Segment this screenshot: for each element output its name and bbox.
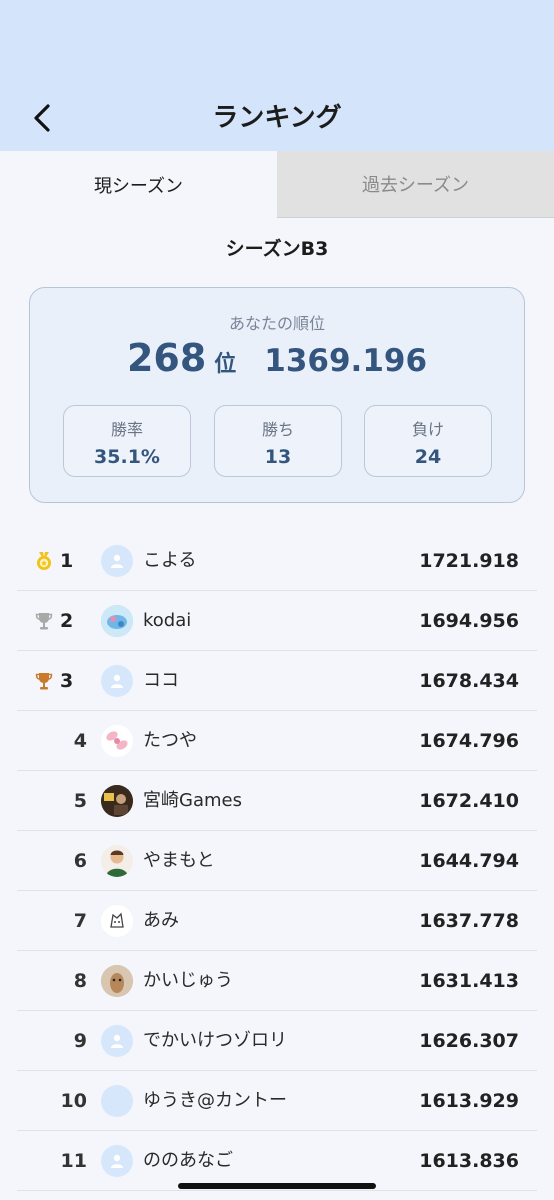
blank-avatar — [101, 1085, 133, 1117]
rank-number: 2 — [60, 610, 74, 632]
player-score: 1626.307 — [419, 1030, 519, 1052]
ranking-row[interactable]: 5 宮崎Games 1672.410 — [17, 771, 537, 831]
rank-number: 8 — [73, 970, 87, 992]
player-score: 1674.796 — [419, 730, 519, 752]
silver-trophy-icon — [35, 613, 53, 630]
ranking-list: 1 こよる 1721.918 2 kodai 1694.956 3 ココ 167… — [17, 531, 537, 1191]
player-score: 1678.434 — [419, 670, 519, 692]
ranking-row[interactable]: 4 たつや 1674.796 — [17, 711, 537, 771]
player-score: 1721.918 — [419, 550, 519, 572]
player-name: かいじゅう — [143, 970, 233, 991]
stat-label: 負け — [411, 420, 444, 439]
player-score: 1631.413 — [419, 970, 519, 992]
player-name: ののあなご — [143, 1150, 233, 1171]
player-name: たつや — [143, 730, 197, 751]
my-score-value: 1369.196 — [264, 343, 428, 379]
rank-number: 7 — [73, 910, 87, 932]
photo-avatar — [101, 965, 133, 997]
default-user-icon — [101, 665, 133, 697]
rank-number: 9 — [73, 1030, 87, 1052]
my-ranking-card: あなたの順位 268 位 1369.196 勝率 35.1% 勝ち 13 負け … — [29, 287, 525, 503]
stat-value: 13 — [264, 446, 292, 468]
rank-number: 11 — [60, 1150, 87, 1172]
tab-past-season[interactable]: 過去シーズン — [277, 151, 554, 218]
stat-losses: 負け 24 — [364, 405, 492, 477]
stat-label: 勝率 — [110, 420, 143, 439]
rank-number: 5 — [73, 790, 87, 812]
rank-number: 4 — [73, 730, 87, 752]
player-name: やまもと — [143, 850, 215, 871]
ranking-row[interactable]: 7 あみ 1637.778 — [17, 891, 537, 951]
gold-medal-icon — [37, 552, 51, 570]
ranking-row[interactable]: 9 でかいけつゾロリ 1626.307 — [17, 1011, 537, 1071]
page-title: ランキング — [212, 103, 342, 133]
my-ranking-label: あなたの順位 — [228, 314, 325, 333]
ranking-row[interactable]: 11 ののあなご 1613.836 — [17, 1131, 537, 1191]
tab-current-season[interactable]: 現シーズン — [0, 151, 277, 218]
season-title: シーズンB3 — [225, 238, 329, 260]
stat-wins: 勝ち 13 — [214, 405, 342, 477]
player-name: kodai — [143, 610, 192, 631]
my-rank-row: 268 位 1369.196 — [30, 336, 524, 386]
player-score: 1644.794 — [419, 850, 519, 872]
default-user-icon — [101, 545, 133, 577]
default-user-icon — [101, 1145, 133, 1177]
stat-label: 勝ち — [261, 420, 294, 439]
default-user-icon — [101, 1025, 133, 1057]
rank-number: 6 — [73, 850, 87, 872]
player-name: 宮崎Games — [143, 790, 242, 811]
player-name: こよる — [143, 550, 197, 571]
ranking-row[interactable]: 8 かいじゅう 1631.413 — [17, 951, 537, 1011]
player-name: でかいけつゾロリ — [143, 1030, 287, 1051]
bronze-trophy-icon — [35, 673, 53, 690]
home-indicator[interactable] — [178, 1183, 376, 1189]
photo-avatar — [101, 905, 133, 937]
rank-number: 1 — [60, 550, 74, 572]
photo-avatar — [101, 845, 133, 877]
app-header: ランキング — [0, 0, 554, 151]
stat-value: 35.1% — [94, 446, 160, 468]
ranking-row[interactable]: 6 やまもと 1644.794 — [17, 831, 537, 891]
player-score: 1613.836 — [419, 1150, 519, 1172]
stat-win-rate: 勝率 35.1% — [63, 405, 191, 477]
player-score: 1637.778 — [419, 910, 519, 932]
photo-avatar — [101, 785, 133, 817]
player-score: 1613.929 — [419, 1090, 519, 1112]
rank-number: 3 — [60, 670, 74, 692]
player-score: 1694.956 — [419, 610, 519, 632]
player-name: ココ — [143, 670, 179, 691]
season-tabs: 現シーズン 過去シーズン — [0, 151, 554, 218]
my-rank-unit: 位 — [214, 352, 237, 377]
player-score: 1672.410 — [419, 790, 519, 812]
ranking-row[interactable]: 3 ココ 1678.434 — [17, 651, 537, 711]
stat-value: 24 — [414, 446, 442, 468]
photo-avatar — [101, 605, 133, 637]
ranking-row[interactable]: 10 ゆうき@カントー 1613.929 — [17, 1071, 537, 1131]
ranking-row[interactable]: 1 こよる 1721.918 — [17, 531, 537, 591]
player-name: ゆうき@カントー — [143, 1090, 287, 1111]
my-rank-value: 268 — [126, 336, 207, 380]
photo-avatar — [101, 725, 133, 757]
player-name: あみ — [143, 910, 179, 931]
rank-number: 10 — [60, 1090, 87, 1112]
ranking-row[interactable]: 2 kodai 1694.956 — [17, 591, 537, 651]
